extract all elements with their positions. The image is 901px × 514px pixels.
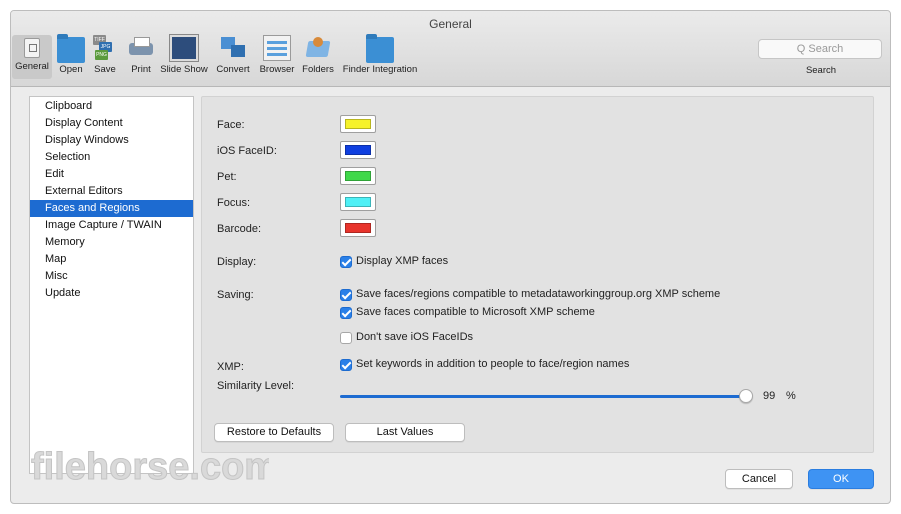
toolbar-convert-label: Convert xyxy=(216,64,250,75)
toolbar-open-label: Open xyxy=(59,64,83,75)
save-microsoft-text: Save faces compatible to Microsoft XMP s… xyxy=(356,306,595,318)
save-files-icon: TIFF JPG PNG xyxy=(93,35,112,60)
save-mwg-checkbox[interactable] xyxy=(340,289,352,301)
display-xmp-faces-text: Display XMP faces xyxy=(356,255,449,267)
preferences-window: General General Open TIFF JPG PNG Save P… xyxy=(10,10,891,504)
similarity-unit: % xyxy=(786,390,796,402)
xmp-label: XMP: xyxy=(217,361,244,373)
cancel-button[interactable]: Cancel xyxy=(725,469,793,489)
similarity-slider-track[interactable] xyxy=(340,395,744,398)
set-keywords-text: Set keywords in addition to people to fa… xyxy=(356,358,630,370)
general-doc-icon xyxy=(24,38,40,58)
last-values-button[interactable]: Last Values xyxy=(345,423,465,442)
face-color-well[interactable] xyxy=(340,115,376,133)
sidebar-item-clipboard[interactable]: Clipboard xyxy=(30,98,193,115)
sidebar-item-display-content[interactable]: Display Content xyxy=(30,115,193,132)
dont-save-faceids-checkbox[interactable] xyxy=(340,332,352,344)
sidebar-item-external-editors[interactable]: External Editors xyxy=(30,183,193,200)
toolbar: General General Open TIFF JPG PNG Save P… xyxy=(11,11,890,87)
watermark-logo-icon: filehorse.com xyxy=(31,446,270,489)
toolbar-finder-integration[interactable]: Finder Integration xyxy=(339,34,421,79)
toolbar-general-label: General xyxy=(15,61,49,72)
saving-label: Saving: xyxy=(217,289,254,301)
save-microsoft-checkbox[interactable] xyxy=(340,307,352,319)
focus-color-swatch xyxy=(345,197,371,207)
toolbar-folders-label: Folders xyxy=(302,64,334,75)
pet-color-well[interactable] xyxy=(340,167,376,185)
sidebar-item-update[interactable]: Update xyxy=(30,285,193,302)
search-input[interactable]: Q Search xyxy=(758,39,882,59)
face-color-swatch xyxy=(345,119,371,129)
faces-settings-panel: Face: iOS FaceID: Pet: Focus: Barcode: D… xyxy=(201,96,874,453)
save-mwg-text: Save faces/regions compatible to metadat… xyxy=(356,288,721,300)
sidebar-item-faces-and-regions[interactable]: Faces and Regions xyxy=(30,200,193,217)
toolbar-print-label: Print xyxy=(131,64,151,75)
pet-color-swatch xyxy=(345,171,371,181)
barcode-color-swatch xyxy=(345,223,371,233)
sidebar-item-selection[interactable]: Selection xyxy=(30,149,193,166)
search-label: Search xyxy=(805,65,837,76)
focus-color-well[interactable] xyxy=(340,193,376,211)
similarity-slider-knob[interactable] xyxy=(739,389,753,403)
face-color-label: Face: xyxy=(217,119,245,131)
ios-faceid-color-label: iOS FaceID: xyxy=(217,145,277,157)
toolbar-finder-integration-label: Finder Integration xyxy=(342,64,418,75)
sidebar-item-misc[interactable]: Misc xyxy=(30,268,193,285)
toolbar-folders[interactable]: Folders xyxy=(299,35,337,79)
toolbar-browser[interactable]: Browser xyxy=(256,35,298,79)
folders-icon xyxy=(304,35,332,61)
slide-show-icon xyxy=(170,35,198,61)
toolbar-print[interactable]: Print xyxy=(125,35,157,79)
filehorse-watermark: filehorse.com xyxy=(29,441,270,491)
barcode-color-well[interactable] xyxy=(340,219,376,237)
toolbar-open[interactable]: Open xyxy=(56,34,86,79)
watermark-text: filehorse.com xyxy=(31,446,269,488)
toolbar-slide-show[interactable]: Slide Show xyxy=(159,35,209,79)
sidebar-item-map[interactable]: Map xyxy=(30,251,193,268)
sidebar-item-memory[interactable]: Memory xyxy=(30,234,193,251)
finder-folder-icon xyxy=(366,34,394,63)
toolbar-slide-show-label: Slide Show xyxy=(160,64,208,75)
convert-icon xyxy=(219,35,247,61)
display-label: Display: xyxy=(217,256,257,268)
similarity-level-label: Similarity Level: xyxy=(217,380,295,392)
set-keywords-checkbox[interactable] xyxy=(340,359,352,371)
sidebar-item-edit[interactable]: Edit xyxy=(30,166,193,183)
focus-color-label: Focus: xyxy=(217,197,251,209)
toolbar-general[interactable]: General xyxy=(12,35,52,79)
toolbar-save[interactable]: TIFF JPG PNG Save xyxy=(89,35,121,79)
toolbar-browser-label: Browser xyxy=(259,64,295,75)
similarity-value: 99 xyxy=(763,390,776,402)
printer-icon xyxy=(127,35,155,61)
barcode-color-label: Barcode: xyxy=(217,223,262,235)
window-title: General xyxy=(429,17,472,31)
restore-defaults-button[interactable]: Restore to Defaults xyxy=(214,423,334,442)
browser-icon xyxy=(263,35,291,61)
toolbar-convert[interactable]: Convert xyxy=(213,35,253,79)
sidebar-item-image-capture[interactable]: Image Capture / TWAIN xyxy=(30,217,193,234)
open-folder-icon xyxy=(57,34,85,63)
category-sidebar: Clipboard Display Content Display Window… xyxy=(29,96,194,474)
ios-faceid-color-well[interactable] xyxy=(340,141,376,159)
pet-color-label: Pet: xyxy=(217,171,237,183)
sidebar-item-display-windows[interactable]: Display Windows xyxy=(30,132,193,149)
display-xmp-faces-checkbox[interactable] xyxy=(340,256,352,268)
ios-faceid-color-swatch xyxy=(345,145,371,155)
ok-button[interactable]: OK xyxy=(808,469,874,489)
dont-save-faceids-text: Don't save iOS FaceIDs xyxy=(356,331,474,343)
toolbar-save-label: Save xyxy=(94,64,116,75)
